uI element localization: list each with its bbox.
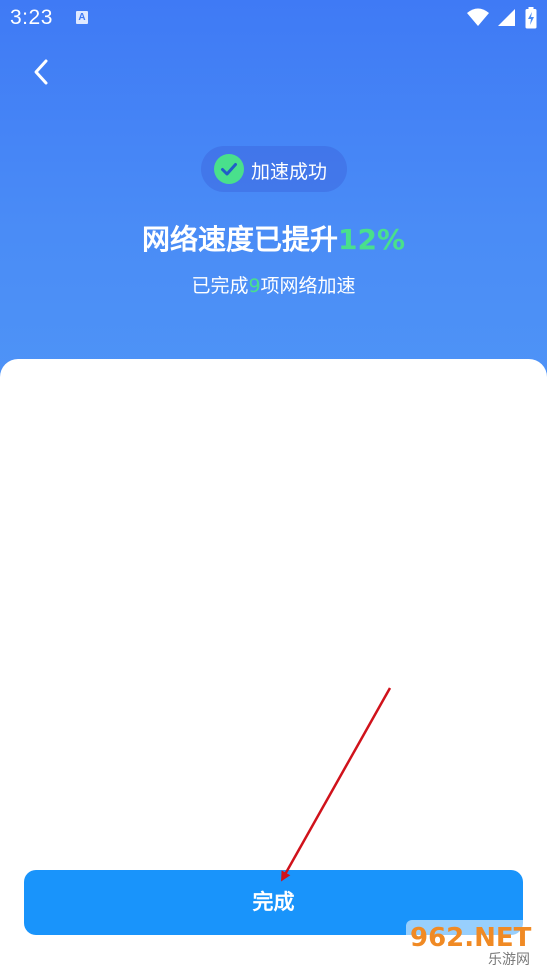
speed-headline: 网络速度已提升12% [0, 218, 547, 258]
back-button[interactable] [24, 54, 60, 90]
status-bar: 3:23 A [0, 0, 547, 36]
success-badge: 加速成功 [201, 146, 347, 192]
status-time: 3:23 [10, 6, 53, 29]
signal-icon [497, 9, 515, 26]
wifi-icon [466, 8, 489, 26]
completed-count: 9 [248, 275, 261, 297]
battery-icon [525, 7, 537, 29]
watermark-logo: 962.NET 乐游网 [406, 920, 542, 968]
chevron-left-icon [34, 59, 48, 85]
summary-prefix: 已完成 [191, 275, 249, 297]
watermark-number: 962.NET [410, 923, 532, 953]
site-watermark: 962.NET 乐游网 [406, 920, 542, 968]
watermark-site-name: 乐游网 [488, 952, 530, 968]
status-icons [463, 7, 537, 29]
completed-summary: 已完成9项网络加速 [0, 271, 547, 298]
header-background [0, 0, 547, 420]
headline-text: 网络速度已提升 [141, 223, 338, 256]
speed-increase-value: 12% [337, 223, 406, 256]
summary-suffix: 项网络加速 [260, 275, 356, 297]
success-label: 加速成功 [251, 161, 328, 183]
notification-badge: A [76, 11, 88, 24]
check-circle-icon [214, 154, 244, 184]
